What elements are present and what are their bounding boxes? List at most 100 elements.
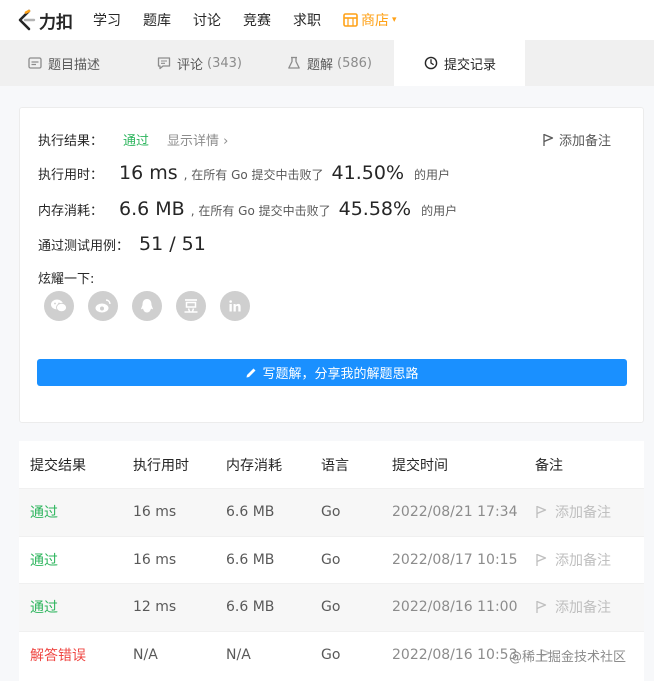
row-runtime: N/A <box>133 646 158 663</box>
header-note: 备注 <box>535 457 563 474</box>
write-solution-button[interactable]: 写题解，分享我的解题思路 <box>37 359 627 386</box>
tab-comments[interactable]: 评论 (343) <box>130 40 260 86</box>
tab-description[interactable]: 题目描述 <box>0 40 130 86</box>
store-label: 商店 <box>361 13 389 29</box>
exec-time-label: 执行用时： <box>38 168 104 183</box>
flag-icon <box>542 133 554 147</box>
tab-submissions-label: 提交记录 <box>444 57 497 73</box>
watermark: @稀土掘金技术社区 <box>508 650 626 665</box>
row-status[interactable]: 通过 <box>30 502 58 522</box>
table-row[interactable]: 通过 16 ms 6.6 MB Go 2022/08/21 17:34 添加备注 <box>19 488 644 536</box>
douban-icon[interactable] <box>176 291 206 321</box>
memory-beat-text: , 在所有 Go 提交中击败了 <box>190 204 331 218</box>
row-add-note-label: 添加备注 <box>555 600 611 617</box>
exec-time-value: 16 ms <box>119 162 178 184</box>
exec-time-percent: 41.50% <box>331 162 404 184</box>
row-add-note[interactable]: 添加备注 <box>535 550 611 570</box>
nav-items: 学习 题库 讨论 竞赛 求职 商店 ▾ <box>93 10 397 30</box>
row-submit-time: 2022/08/16 10:53 <box>392 646 518 663</box>
flask-icon <box>287 56 301 70</box>
weibo-icon[interactable] <box>88 291 118 321</box>
row-memory: N/A <box>226 646 251 663</box>
exec-result-row: 执行结果： 通过 显示详情 › <box>38 130 228 149</box>
store-icon <box>343 13 358 27</box>
problem-tabs: 题目描述 评论 (343) 题解 (586) 提交记录 <box>0 40 654 86</box>
nav-item-problems[interactable]: 题库 <box>143 10 171 30</box>
nav-item-contest[interactable]: 竞赛 <box>243 10 271 30</box>
leetcode-logo-icon <box>16 9 36 31</box>
header-memory: 内存消耗 <box>226 457 282 474</box>
row-memory: 6.6 MB <box>226 504 275 521</box>
memory-label: 内存消耗： <box>38 204 104 219</box>
tab-submissions[interactable]: 提交记录 <box>394 40 525 86</box>
row-status[interactable]: 解答错误 <box>30 645 86 665</box>
row-language: Go <box>321 646 341 663</box>
row-submit-time: 2022/08/21 17:34 <box>392 504 518 521</box>
header-status: 提交结果 <box>30 457 86 474</box>
flag-icon <box>535 600 547 614</box>
row-runtime: 16 ms <box>133 551 177 568</box>
exec-result-value: 通过 <box>123 134 150 149</box>
description-icon <box>28 56 42 70</box>
submissions-table: 提交结果 执行用时 内存消耗 语言 提交时间 备注 通过 16 ms 6.6 M… <box>19 441 644 681</box>
row-status[interactable]: 通过 <box>30 597 58 617</box>
row-language: Go <box>321 599 341 616</box>
nav-item-jobs[interactable]: 求职 <box>293 10 321 30</box>
tests-label: 通过测试用例： <box>38 239 130 254</box>
share-label: 炫耀一下: <box>38 272 95 287</box>
tab-solutions[interactable]: 题解 (586) <box>260 40 394 86</box>
exec-result-label: 执行结果： <box>38 134 104 149</box>
row-memory: 6.6 MB <box>226 551 275 568</box>
exec-time-users: 的用户 <box>414 168 451 182</box>
memory-row: 内存消耗： 6.6 MB , 在所有 Go 提交中击败了 45.58% 的用户 <box>38 198 457 220</box>
memory-users: 的用户 <box>421 204 458 218</box>
share-row: 炫耀一下: <box>38 268 94 287</box>
submission-result-card: 执行结果： 通过 显示详情 › 添加备注 执行用时： 16 ms , 在所有 G… <box>19 107 644 423</box>
tab-description-label: 题目描述 <box>48 57 101 73</box>
tests-value: 51 / 51 <box>139 233 206 255</box>
table-header: 提交结果 执行用时 内存消耗 语言 提交时间 备注 <box>19 441 644 488</box>
table-row[interactable]: 通过 16 ms 6.6 MB Go 2022/08/17 10:15 添加备注 <box>19 535 644 583</box>
exec-time-beat-text: , 在所有 Go 提交中击败了 <box>183 168 324 182</box>
header-language: 语言 <box>321 457 349 474</box>
qq-icon[interactable] <box>132 291 162 321</box>
row-runtime: 12 ms <box>133 599 177 616</box>
header-runtime: 执行用时 <box>133 457 189 474</box>
show-detail-link[interactable]: 显示详情 › <box>167 130 228 149</box>
row-memory: 6.6 MB <box>226 599 275 616</box>
memory-percent: 45.58% <box>338 198 412 220</box>
row-submit-time: 2022/08/16 11:00 <box>392 599 518 616</box>
logo-text: 力扣 <box>39 12 73 33</box>
row-language: Go <box>321 551 341 568</box>
nav-item-store[interactable]: 商店 ▾ <box>343 10 397 30</box>
wechat-icon[interactable] <box>44 291 74 321</box>
row-add-note[interactable]: 添加备注 <box>535 597 611 617</box>
nav-item-discuss[interactable]: 讨论 <box>193 10 221 30</box>
table-row[interactable]: 通过 12 ms 6.6 MB Go 2022/08/16 11:00 添加备注 <box>19 583 644 631</box>
tab-comments-label: 评论 <box>177 57 204 73</box>
nav-item-learn[interactable]: 学习 <box>93 10 121 30</box>
pencil-icon <box>245 367 257 379</box>
top-nav: 力扣 学习 题库 讨论 竞赛 求职 商店 ▾ <box>0 0 654 40</box>
clock-icon <box>424 56 438 70</box>
tab-solutions-label: 题解 <box>307 57 334 73</box>
tests-row: 通过测试用例： 51 / 51 <box>38 233 212 255</box>
flag-icon <box>535 553 547 567</box>
row-status[interactable]: 通过 <box>30 550 58 570</box>
row-runtime: 16 ms <box>133 504 177 521</box>
row-add-note-label: 添加备注 <box>555 505 611 522</box>
row-add-note-label: 添加备注 <box>555 552 611 569</box>
linkedin-icon[interactable] <box>220 291 250 321</box>
write-solution-label: 写题解，分享我的解题思路 <box>262 367 419 382</box>
tab-comments-count: (343) <box>207 55 242 71</box>
comment-icon <box>157 56 171 70</box>
add-note-label: 添加备注 <box>558 134 611 149</box>
add-note-button[interactable]: 添加备注 <box>542 130 611 149</box>
tab-solutions-count: (586) <box>337 55 372 71</box>
row-add-note[interactable]: 添加备注 <box>535 502 611 522</box>
logo[interactable]: 力扣 <box>16 8 73 33</box>
flag-icon <box>535 505 547 519</box>
header-submit-time: 提交时间 <box>392 457 448 474</box>
memory-value: 6.6 MB <box>119 198 185 220</box>
row-language: Go <box>321 504 341 521</box>
